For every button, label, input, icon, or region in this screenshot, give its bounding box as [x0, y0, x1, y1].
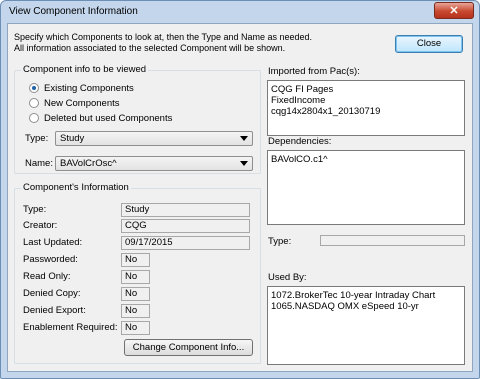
type-label: Type:: [25, 133, 49, 144]
imported-list[interactable]: CQG FI Pages FixedIncome cqg14x2804x1_20…: [267, 80, 465, 136]
instructions-line-1: Specify which Components to look at, the…: [14, 32, 313, 42]
used-by-list[interactable]: 1072.BrokerTec 10-year Intraday Chart 10…: [267, 286, 465, 365]
info-passworded-label: Passworded:: [23, 254, 78, 265]
used-by-line-2: 1065.NASDAQ OMX eSpeed 10-yr: [271, 301, 419, 312]
dependency-line-1: BAVolCO.c1^: [271, 154, 328, 165]
change-component-info-button[interactable]: Change Component Info...: [124, 339, 253, 356]
title-bar[interactable]: View Component Information ✕: [1, 1, 479, 23]
dependency-type-value: [320, 235, 465, 246]
type-select[interactable]: Study: [55, 131, 253, 146]
imported-line-1: CQG FI Pages: [271, 84, 334, 95]
dependencies-label: Dependencies:: [268, 136, 332, 147]
chevron-down-icon: [240, 161, 248, 166]
used-by-line-1: 1072.BrokerTec 10-year Intraday Chart: [271, 290, 436, 301]
info-last-updated-label: Last Updated:: [23, 237, 83, 248]
dialog-window: View Component Information ✕ Specify whi…: [0, 0, 480, 379]
info-last-updated-value: 09/17/2015: [121, 236, 250, 250]
instructions-line-2: All information associated to the select…: [14, 43, 286, 53]
dialog-body: Specify which Components to look at, the…: [7, 23, 473, 372]
instructions: Specify which Components to look at, the…: [14, 32, 384, 54]
components-information-legend: Component's Information: [21, 182, 131, 193]
component-info-legend: Component info to be viewed: [21, 64, 149, 75]
info-denied-export-value: No: [121, 304, 150, 318]
dependency-type-label: Type:: [268, 236, 292, 247]
radio-deleted-components[interactable]: Deleted but used Components: [29, 112, 172, 124]
component-info-group: Component info to be viewed Existing Com…: [14, 64, 261, 174]
window-close-button[interactable]: ✕: [434, 2, 474, 19]
close-icon: ✕: [449, 5, 459, 17]
name-label: Name:: [25, 158, 53, 169]
imported-line-3: cqg14x2804x1_20130719: [271, 106, 381, 117]
name-select-value: BAVolCrOsc^: [60, 158, 117, 169]
type-select-value: Study: [60, 133, 85, 144]
info-read-only-label: Read Only:: [23, 271, 71, 282]
chevron-down-icon: [240, 136, 248, 141]
radio-deleted-indicator[interactable]: [29, 113, 39, 123]
components-information-group: Component's Information Type: Study Crea…: [14, 182, 261, 364]
radio-new-label: New Components: [44, 97, 120, 109]
radio-new-indicator[interactable]: [29, 98, 39, 108]
dependencies-list[interactable]: BAVolCO.c1^: [267, 150, 465, 225]
radio-existing-indicator[interactable]: [29, 83, 39, 93]
close-button[interactable]: Close: [395, 35, 463, 53]
info-denied-copy-value: No: [121, 287, 150, 301]
info-enablement-required-value: No: [121, 321, 150, 335]
info-denied-copy-label: Denied Copy:: [23, 288, 81, 299]
info-creator-value: CQG: [121, 219, 250, 233]
radio-existing-components[interactable]: Existing Components: [29, 82, 134, 94]
used-by-label: Used By:: [268, 272, 307, 283]
window-title: View Component Information: [9, 6, 138, 17]
imported-line-2: FixedIncome: [271, 95, 326, 106]
info-type-value: Study: [121, 203, 250, 217]
info-type-label: Type:: [23, 204, 47, 215]
info-enablement-required-label: Enablement Required:: [23, 322, 118, 333]
radio-new-components[interactable]: New Components: [29, 97, 120, 109]
name-select[interactable]: BAVolCrOsc^: [55, 156, 253, 171]
info-denied-export-label: Denied Export:: [23, 305, 86, 316]
info-read-only-value: No: [121, 270, 150, 284]
info-passworded-value: No: [121, 253, 150, 267]
info-creator-label: Creator:: [23, 220, 58, 231]
radio-deleted-label: Deleted but used Components: [44, 112, 173, 124]
imported-label: Imported from Pac(s):: [268, 66, 360, 77]
radio-existing-label: Existing Components: [44, 82, 134, 94]
